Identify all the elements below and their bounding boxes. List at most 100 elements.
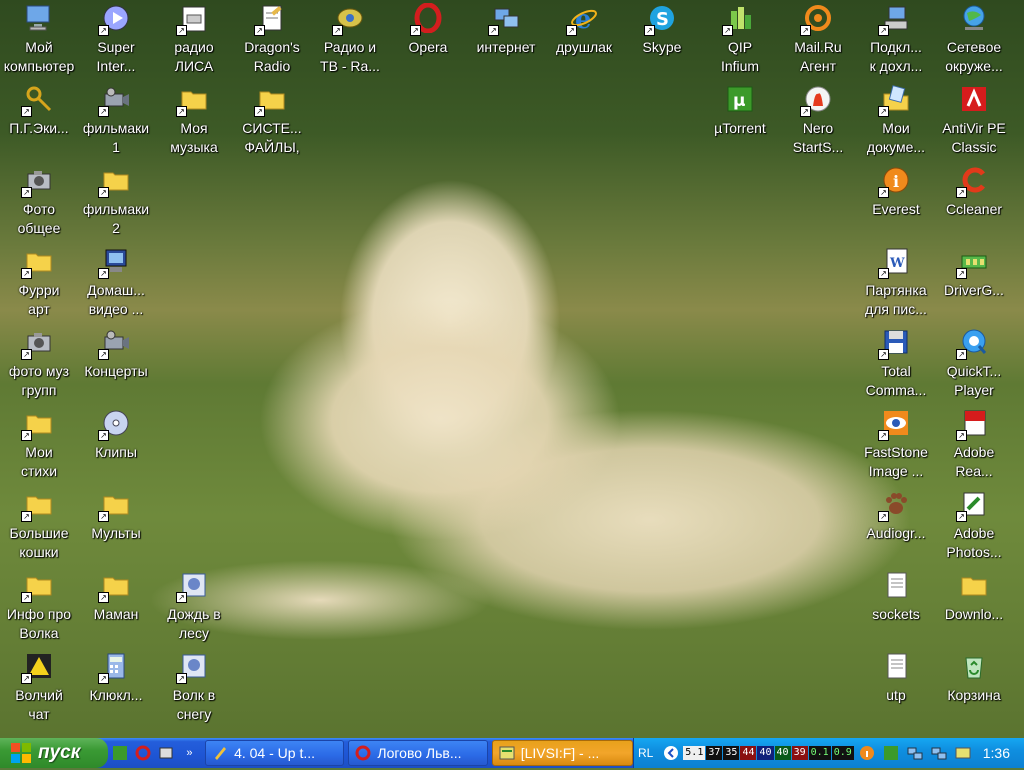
desktop-icon-connection[interactable]: ↗ Подкл... к дохл... bbox=[857, 0, 935, 80]
desktop-icon-quicktime[interactable]: ↗ QuickT... Player bbox=[935, 324, 1013, 404]
desktop-icon-filmaki-2[interactable]: ↗ фильмаки 2 bbox=[77, 162, 155, 242]
desktop-icon-label: Корзина bbox=[947, 687, 1001, 703]
desktop-icon-adobe-reader[interactable]: ↗ Adobe Rea... bbox=[935, 405, 1013, 485]
quicktime-icon: ↗ bbox=[956, 326, 990, 360]
language-indicator[interactable]: RL bbox=[638, 746, 653, 760]
desktop-icon-super[interactable]: ↗ Super Inter... bbox=[77, 0, 155, 80]
tray-network-icon[interactable] bbox=[905, 743, 925, 763]
desktop-icon-ccleaner[interactable]: ↗ Ccleaner bbox=[935, 162, 1013, 242]
svg-text:e: e bbox=[575, 5, 592, 33]
quick-launch-utorrent[interactable] bbox=[110, 743, 129, 763]
quick-launch-expand[interactable]: » bbox=[180, 743, 199, 763]
notepad-icon: ↗ bbox=[254, 2, 288, 36]
desktop-icon-big-cats[interactable]: ↗ Большие кошки bbox=[0, 486, 78, 566]
desktop-icon-label: QIP Infium bbox=[720, 39, 760, 74]
desktop-icon-utp[interactable]: utp bbox=[857, 648, 935, 728]
start-button[interactable]: пуск bbox=[0, 738, 108, 768]
tray-expand-button[interactable] bbox=[661, 743, 681, 763]
desktop-icon-home-video[interactable]: ↗ Домаш... видео ... bbox=[77, 243, 155, 323]
desktop-icon-radio-lisa[interactable]: ↗ радио ЛИСА bbox=[155, 0, 233, 80]
desktop-icon-partyanka[interactable]: W ↗ Партянка для пис... bbox=[857, 243, 935, 323]
camera-icon: ↗ bbox=[21, 164, 55, 198]
tray-meter[interactable]: 40 bbox=[774, 746, 791, 760]
desktop-icon-opera[interactable]: ↗ Opera bbox=[389, 0, 467, 80]
desktop-icon-recycle-bin[interactable]: Корзина bbox=[935, 648, 1013, 728]
clock[interactable]: 1:36 bbox=[983, 745, 1010, 761]
connection-icon: ↗ bbox=[878, 2, 912, 36]
skype-icon: S ↗ bbox=[644, 2, 678, 36]
desktop-icon-my-music[interactable]: ↗ Моя музыка bbox=[155, 81, 233, 161]
desktop-icon-total-commander[interactable]: ↗ Total Comma... bbox=[857, 324, 935, 404]
desktop-icon-driverg[interactable]: ↗ DriverG... bbox=[935, 243, 1013, 323]
desktop-icon-furry-art[interactable]: ↗ Фурри арт bbox=[0, 243, 78, 323]
desktop-icon-antivir[interactable]: AntiVir PE Classic bbox=[935, 81, 1013, 161]
desktop-icon-drushlak[interactable]: e ↗ друшлак bbox=[545, 0, 623, 80]
tray-utorrent-icon[interactable] bbox=[881, 743, 901, 763]
desktop-icon-my-computer[interactable]: Мой компьютер bbox=[0, 0, 78, 80]
desktop-icon-my-documents[interactable]: ↗ Мои докуме... bbox=[857, 81, 935, 161]
desktop-icon-rain-forest[interactable]: ↗ Дождь в лесу bbox=[155, 567, 233, 647]
desktop-icon-label: Skype bbox=[642, 39, 682, 55]
ccleaner-icon: ↗ bbox=[956, 164, 990, 198]
taskbar-button-livsi[interactable]: [LIVSI:F] - ... bbox=[491, 740, 633, 766]
svg-text:S: S bbox=[656, 9, 669, 30]
tray-network-icon[interactable] bbox=[929, 743, 949, 763]
desktop-icon-label: FastStone Image ... bbox=[864, 444, 928, 479]
desktop-icon-pg-eki[interactable]: ↗ П.Г.Эки... bbox=[0, 81, 78, 161]
desktop-icon-nero[interactable]: ↗ Nero StartS... bbox=[779, 81, 857, 161]
desktop-icon-photo-common[interactable]: ↗ Фото общее bbox=[0, 162, 78, 242]
desktop-icon-qip[interactable]: ↗ QIP Infium bbox=[701, 0, 779, 80]
desktop-icon-audiograbber[interactable]: ↗ Audiogr... bbox=[857, 486, 935, 566]
desktop-icon-radio-tv[interactable]: ↗ Радио и ТВ - Ra... bbox=[311, 0, 389, 80]
opera-icon bbox=[135, 745, 151, 761]
taskbar-button-winamp[interactable]: 4. 04 - Up t... bbox=[205, 740, 345, 766]
desktop-icon-clips[interactable]: ↗ Клипы bbox=[77, 405, 155, 485]
nero-icon: ↗ bbox=[800, 83, 834, 117]
opera-icon: ↗ bbox=[410, 2, 444, 36]
desktop-icon-utorrent[interactable]: µ µTorrent bbox=[701, 81, 779, 161]
desktop-icon-label: Ccleaner bbox=[945, 201, 1003, 217]
desktop-icon-label: Клюкл... bbox=[89, 687, 143, 703]
utorrent-icon: µ bbox=[724, 83, 756, 115]
tray-meter[interactable]: 39 bbox=[791, 746, 808, 760]
desktop-icon-system-files[interactable]: ↗ СИСТЕ... ФАЙЛЫ, bbox=[233, 81, 311, 161]
desktop-icon-filmaki-1[interactable]: ↗ фильмаки 1 bbox=[77, 81, 155, 161]
globe-icon bbox=[958, 2, 990, 34]
tray-meter[interactable]: 35 bbox=[723, 746, 740, 760]
tray-meter[interactable]: 0.1 bbox=[808, 746, 831, 760]
tray-meter[interactable]: 5.1 bbox=[683, 746, 706, 760]
desktop-icon-label: Волчий чат bbox=[15, 687, 63, 722]
desktop-icon-downloads[interactable]: Downlo... bbox=[935, 567, 1013, 647]
desktop-icon-label: радио ЛИСА bbox=[174, 39, 214, 74]
tray-meter[interactable]: 0.9 bbox=[831, 746, 854, 760]
taskbar-button-opera[interactable]: Логово Льв... bbox=[348, 740, 488, 766]
tray-info-icon[interactable] bbox=[857, 743, 877, 763]
desktop-icon-faststone[interactable]: ↗ FastStone Image ... bbox=[857, 405, 935, 485]
tray-meter[interactable]: 40 bbox=[757, 746, 774, 760]
desktop-icon-mailru[interactable]: ↗ Mail.Ru Агент bbox=[779, 0, 857, 80]
chevron-double-icon: » bbox=[186, 747, 193, 759]
tray-app-icon[interactable] bbox=[953, 743, 973, 763]
desktop-icon-photoshop[interactable]: ↗ Adobe Photos... bbox=[935, 486, 1013, 566]
quick-launch-opera[interactable] bbox=[133, 743, 152, 763]
quick-launch-media[interactable] bbox=[157, 743, 176, 763]
desktop-icon-network[interactable]: Сетевое окруже... bbox=[935, 0, 1013, 80]
image-icon: ↗ bbox=[176, 569, 210, 603]
desktop-icon-cartoons[interactable]: ↗ Мульты bbox=[77, 486, 155, 566]
desktop-icon-internet[interactable]: ↗ интернет bbox=[467, 0, 545, 80]
desktop-icon-klyukl[interactable]: ↗ Клюкл... bbox=[77, 648, 155, 728]
yellow-arrow-icon: ↗ bbox=[21, 650, 55, 684]
desktop-icon-wolf-info[interactable]: ↗ Инфо про Волка bbox=[0, 567, 78, 647]
desktop-icon-maman[interactable]: ↗ Маман bbox=[77, 567, 155, 647]
desktop-icon-everest[interactable]: i ↗ Everest bbox=[857, 162, 935, 242]
desktop-icon-skype[interactable]: S ↗ Skype bbox=[623, 0, 701, 80]
desktop-icon-my-poems[interactable]: ↗ Мои стихи bbox=[0, 405, 78, 485]
desktop-icon-sockets[interactable]: sockets bbox=[857, 567, 935, 647]
tray-meter[interactable]: 37 bbox=[706, 746, 723, 760]
desktop-icon-wolf-chat[interactable]: ↗ Волчий чат bbox=[0, 648, 78, 728]
desktop-icon-wolf-snow[interactable]: ↗ Волк в снегу bbox=[155, 648, 233, 728]
tray-meter[interactable]: 44 bbox=[740, 746, 757, 760]
desktop-icon-dragons-radio[interactable]: ↗ Dragon's Radio bbox=[233, 0, 311, 80]
desktop-icon-photo-music-groups[interactable]: ↗ фото муз групп bbox=[0, 324, 78, 404]
desktop-icon-concerts[interactable]: ↗ Концерты bbox=[77, 324, 155, 404]
